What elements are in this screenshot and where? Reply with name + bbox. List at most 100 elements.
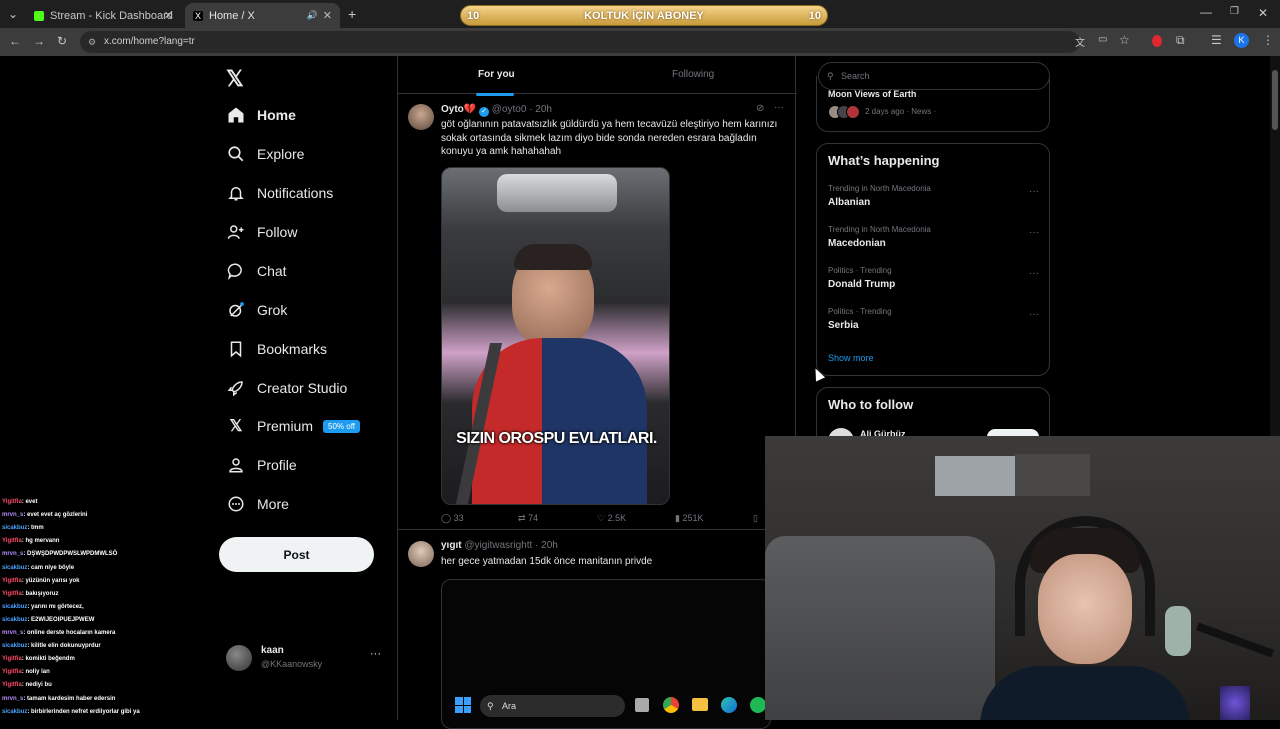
chat-username[interactable]: sicakbuz bbox=[2, 643, 27, 649]
close-tab-icon[interactable]: ✕ bbox=[323, 9, 332, 22]
trend-meta: Trending in North Macedonia bbox=[828, 184, 931, 193]
chat-username[interactable]: mrvn_s bbox=[2, 512, 23, 518]
cast-icon[interactable]: ▭ bbox=[1098, 34, 1107, 45]
trend-more-icon[interactable]: ··· bbox=[1029, 186, 1039, 197]
tweet[interactable]: Oyto💔 ✓ @oyto0 · 20h ⊘ ··· göt oğlanının… bbox=[398, 95, 797, 530]
chat-username[interactable]: Yigitfia bbox=[2, 591, 22, 597]
tab-kick-dashboard[interactable]: Stream - Kick Dashboard ✕ bbox=[26, 3, 181, 28]
trend-more-icon[interactable]: ··· bbox=[1029, 227, 1039, 238]
url-field[interactable]: ⚙ x.com/home?lang=tr bbox=[80, 31, 1080, 53]
chat-username[interactable]: Yigitfia bbox=[2, 578, 22, 584]
tweet-time[interactable]: · 20h bbox=[529, 104, 552, 115]
trend-item[interactable]: Trending in North Macedonia Albanian ··· bbox=[817, 184, 1049, 218]
scrollbar[interactable] bbox=[1270, 56, 1280, 436]
trend-name: Albanian bbox=[828, 197, 871, 208]
speaker-icon[interactable]: 🔊 bbox=[307, 10, 318, 21]
trend-item[interactable]: Trending in North Macedonia Macedonian ·… bbox=[817, 225, 1049, 259]
chat-username[interactable]: mrvn_s bbox=[2, 551, 23, 557]
chat-username[interactable]: sicakbuz bbox=[2, 525, 27, 531]
trend-item[interactable]: Politics · Trending Serbia ··· bbox=[817, 307, 1049, 341]
extension-red-icon[interactable] bbox=[1152, 35, 1162, 47]
repost-button[interactable]: ⇄ 74 bbox=[518, 513, 538, 524]
news-card[interactable]: Moon Views of Earth 2 days ago · News · bbox=[816, 76, 1050, 132]
tweet-handle[interactable]: @yigitwasrightt bbox=[464, 540, 532, 551]
extensions-icon[interactable]: ⧉ bbox=[1176, 33, 1185, 48]
trend-more-icon[interactable]: ··· bbox=[1029, 309, 1039, 320]
nav-notifications[interactable]: Notifications bbox=[227, 184, 333, 202]
site-info-icon[interactable]: ⚙ bbox=[88, 31, 96, 53]
chat-username[interactable]: Yigitfia bbox=[2, 656, 22, 662]
x-logo-icon[interactable]: 𝕏 bbox=[226, 66, 244, 92]
show-more-link[interactable]: Show more bbox=[828, 353, 874, 363]
tab-search-icon[interactable]: ⌄ bbox=[8, 7, 18, 21]
edge-icon[interactable] bbox=[721, 697, 737, 713]
chat-username[interactable]: Yigitfia bbox=[2, 538, 22, 544]
grok-tweet-icon[interactable]: ⊘ bbox=[756, 103, 764, 114]
kitchen-cabinets bbox=[1015, 454, 1090, 496]
chat-text: : tmm bbox=[27, 525, 44, 532]
new-tab-icon[interactable]: + bbox=[348, 6, 356, 22]
tab-for-you[interactable]: For you bbox=[476, 69, 515, 96]
nav-more[interactable]: More bbox=[227, 495, 289, 513]
chat-username[interactable]: Yigitfia bbox=[2, 499, 22, 505]
reading-list-icon[interactable]: ☰ bbox=[1211, 33, 1222, 47]
reply-button[interactable]: ◯ 33 bbox=[441, 513, 464, 524]
nav-grok[interactable]: Grok bbox=[227, 301, 287, 319]
trend-more-icon[interactable]: ··· bbox=[1029, 268, 1039, 279]
avatar[interactable] bbox=[408, 104, 434, 130]
taskbar-search[interactable]: ⚲ Ara bbox=[480, 695, 625, 717]
account-switcher[interactable]: kaan @KKaanowsky ··· bbox=[226, 644, 386, 674]
heart-icon: ♡ bbox=[597, 513, 606, 523]
chat-username[interactable]: sicakbuz bbox=[2, 604, 27, 610]
tweet-handle[interactable]: @oyto0 bbox=[492, 104, 527, 115]
nav-bookmarks[interactable]: Bookmarks bbox=[227, 340, 327, 358]
chat-text: : hg mervann bbox=[21, 538, 60, 545]
bookmark-star-icon[interactable]: ☆ bbox=[1119, 33, 1130, 47]
tweet-time[interactable]: · 20h bbox=[535, 540, 558, 551]
back-icon[interactable]: ← bbox=[9, 34, 21, 48]
reload-icon[interactable]: ↻ bbox=[57, 34, 67, 48]
scrollbar-thumb[interactable] bbox=[1272, 70, 1278, 130]
trend-item[interactable]: Politics · Trending Donald Trump ··· bbox=[817, 266, 1049, 300]
chat-username[interactable]: sicakbuz bbox=[2, 709, 27, 715]
tab-following[interactable]: Following bbox=[672, 69, 714, 80]
nav-profile[interactable]: Profile bbox=[227, 456, 297, 474]
file-explorer-icon[interactable] bbox=[692, 698, 708, 711]
post-button[interactable]: Post bbox=[219, 537, 374, 572]
profile-avatar-icon[interactable]: K bbox=[1234, 33, 1249, 48]
like-button[interactable]: ♡ 2.5K bbox=[597, 513, 626, 524]
tweet-author[interactable]: Oyto💔 bbox=[441, 104, 476, 115]
chat-username[interactable]: Yigitfia bbox=[2, 682, 22, 688]
close-window-icon[interactable]: ✕ bbox=[1258, 6, 1268, 20]
translate-icon[interactable]: 文 bbox=[1075, 34, 1085, 49]
minimize-icon[interactable]: — bbox=[1200, 5, 1212, 19]
chat-username[interactable]: mrvn_s bbox=[2, 696, 23, 702]
tab-home-x[interactable]: X Home / X 🔊 ✕ bbox=[185, 3, 340, 28]
tweet-text: göt oğlanının patavatsızlık güldürdü ya … bbox=[441, 119, 778, 157]
start-icon[interactable] bbox=[455, 697, 471, 713]
nav-explore[interactable]: Explore bbox=[227, 145, 304, 163]
nav-premium[interactable]: 𝕏 Premium 50% off bbox=[227, 417, 360, 435]
nav-home[interactable]: Home bbox=[227, 106, 296, 124]
nav-chat[interactable]: Chat bbox=[227, 262, 287, 280]
chat-username[interactable]: sicakbuz bbox=[2, 565, 27, 571]
tweet-more-icon[interactable]: ··· bbox=[774, 102, 784, 113]
chrome-menu-icon[interactable]: ⋮ bbox=[1262, 33, 1274, 47]
tweet-video[interactable]: SIZIN OROSPU EVLATLARI. bbox=[441, 167, 670, 505]
task-view-icon[interactable] bbox=[635, 698, 649, 712]
spotify-icon[interactable] bbox=[750, 697, 766, 713]
more-icon[interactable]: ··· bbox=[370, 648, 381, 660]
close-tab-icon[interactable]: ✕ bbox=[164, 9, 173, 22]
avatar[interactable] bbox=[408, 541, 434, 567]
chrome-app-icon[interactable] bbox=[663, 697, 679, 713]
forward-icon[interactable]: → bbox=[33, 34, 45, 48]
chat-username[interactable]: Yigitfia bbox=[2, 669, 22, 675]
nav-creator-studio[interactable]: Creator Studio bbox=[227, 379, 347, 397]
nav-follow[interactable]: Follow bbox=[227, 223, 297, 241]
chat-username[interactable]: sicakbuz bbox=[2, 617, 27, 623]
views-button[interactable]: ▮ 251K bbox=[675, 513, 704, 524]
chat-username[interactable]: mrvn_s bbox=[2, 630, 23, 636]
bookmark-icon[interactable]: ▯ bbox=[753, 513, 758, 524]
restore-icon[interactable]: ❐ bbox=[1230, 6, 1239, 17]
tweet-author[interactable]: yıgıt bbox=[441, 540, 462, 551]
